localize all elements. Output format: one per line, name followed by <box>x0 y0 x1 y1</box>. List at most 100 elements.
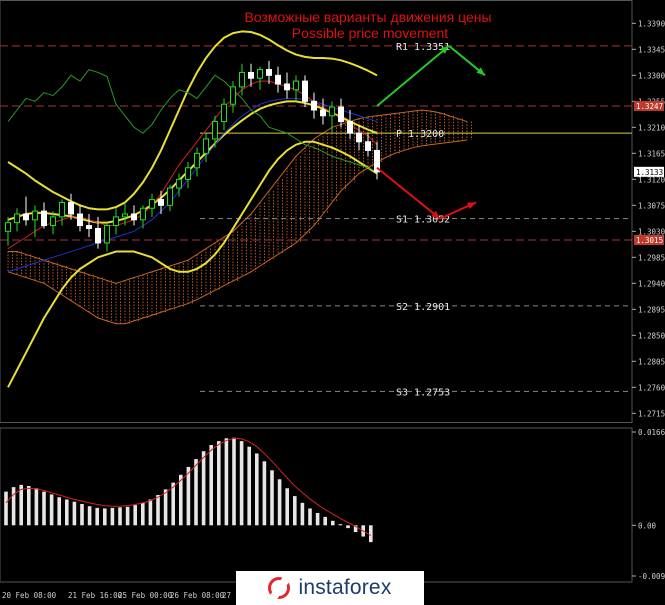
price-axis: 1.33901.33451.33001.32551.32101.31651.31… <box>632 19 665 418</box>
macd-histogram-bar <box>65 499 69 526</box>
macd-tick-label: 0.00 <box>638 521 657 530</box>
candle-body <box>248 71 254 79</box>
y-tick-label: 1.3345 <box>638 45 665 54</box>
macd-histogram-bar <box>270 470 274 526</box>
instaforex-logo-icon <box>268 577 291 599</box>
candlesticks <box>5 60 380 252</box>
macd-histogram-bar <box>133 505 137 526</box>
candle-body <box>221 103 227 123</box>
macd-histogram-bar <box>186 466 191 526</box>
candle-body <box>158 199 164 206</box>
macd-histogram-bar <box>277 479 282 526</box>
macd-histogram-bar <box>141 502 145 526</box>
x-tick-label: 26 Feb 08:00 <box>170 591 225 600</box>
macd-histogram-bar <box>247 446 251 526</box>
macd-histogram-bar <box>239 441 244 526</box>
pivot-level-label: S2 1.2901 <box>396 302 450 313</box>
candle-body <box>5 222 11 232</box>
candle-body <box>212 121 218 140</box>
macd-histogram-bar <box>163 489 168 526</box>
macd-histogram-bar <box>171 482 175 526</box>
candle-body <box>104 225 110 244</box>
candle-body <box>14 213 20 224</box>
candle-body <box>131 213 137 221</box>
candle-body <box>194 152 200 169</box>
macd-histogram-bar <box>285 488 289 526</box>
x-tick-label: 21 Feb 16:00 <box>68 591 123 600</box>
candle-body <box>185 167 191 180</box>
macd-histogram-bar <box>42 491 46 526</box>
macd-histogram-bar <box>80 503 84 526</box>
candle-body <box>50 216 56 227</box>
candle-body <box>311 100 317 111</box>
macd-histogram-bar <box>57 497 61 526</box>
candle-body <box>113 216 119 227</box>
macd-histogram-bar <box>110 507 115 526</box>
candle-body <box>302 80 308 102</box>
macd-histogram-bar <box>27 486 31 526</box>
macd-histogram-bar <box>323 516 327 526</box>
macd-histogram-bar <box>232 437 236 526</box>
candle-body <box>68 201 74 215</box>
candle-body <box>176 178 182 189</box>
candle-body <box>86 225 92 229</box>
candle-body <box>293 80 299 91</box>
candle-body <box>347 121 353 134</box>
macd-histogram-bar <box>11 487 16 526</box>
macd-histogram-bar <box>369 525 373 543</box>
indicator-line <box>7 69 378 173</box>
candle-body <box>239 71 245 88</box>
macd-histogram-bar <box>300 502 305 526</box>
y-tick-label: 1.3075 <box>638 201 665 210</box>
y-tick-label: 1.2895 <box>638 305 665 314</box>
y-tick-label: 1.3300 <box>638 71 665 80</box>
pivot-level-label: S1 1.3052 <box>396 215 450 226</box>
title-en: Possible price movement <box>292 25 449 41</box>
candle-body <box>167 187 173 206</box>
candle-body <box>95 227 101 244</box>
y-tick-label: 1.2760 <box>638 383 665 392</box>
macd-histogram-bar <box>331 520 335 526</box>
macd-histogram-bar <box>87 506 92 526</box>
candle-body <box>338 106 344 123</box>
candle-body <box>284 83 290 91</box>
macd-panel-border <box>0 427 633 583</box>
forecast-arrow-segment <box>376 166 441 220</box>
macd-histogram-bar <box>262 461 267 526</box>
candle-body <box>140 207 146 221</box>
macd-histogram-bar <box>103 508 107 526</box>
macd-histogram-bar <box>255 453 259 526</box>
forecast-arrow-segment <box>376 45 450 107</box>
y-tick-label: 1.3210 <box>638 123 665 132</box>
macd-histogram-bar <box>338 524 343 526</box>
macd-histogram-bar <box>315 512 320 526</box>
title-ru: Возможные варианты движения цены <box>244 9 491 25</box>
candle-body <box>59 201 65 218</box>
price-badge-label: 1.3133 <box>636 168 663 177</box>
y-tick-label: 1.3165 <box>638 149 665 158</box>
macd-panel: 0.01662 0.00 -0.00903 <box>4 428 665 581</box>
price-badge-label: 1.3247 <box>636 102 663 111</box>
indicator-line <box>7 97 378 273</box>
candle-body <box>320 109 326 117</box>
candle-body <box>77 213 83 227</box>
macd-histogram-bar <box>201 451 206 526</box>
pivot-level-label: S3 1.2753 <box>396 387 450 398</box>
candle-body <box>329 106 335 117</box>
y-tick-label: 1.2985 <box>638 253 665 262</box>
candle-body <box>149 199 155 209</box>
time-axis: 20 Feb 08:00 21 Feb 16:0025 Feb 00:0026 F… <box>2 591 250 600</box>
x-tick-label: 25 Feb 00:00 <box>118 591 173 600</box>
candle-body <box>275 74 281 85</box>
candle-body <box>356 132 362 143</box>
macd-histogram-bar <box>34 488 39 526</box>
y-tick-label: 1.2805 <box>638 357 665 366</box>
macd-histogram-bar <box>118 507 122 526</box>
macd-histogram-bar <box>217 441 221 526</box>
candle-body <box>266 69 272 76</box>
x-tick-label: 20 Feb 08:00 <box>2 591 57 600</box>
price-badge-label: 1.3015 <box>636 236 663 245</box>
y-tick-label: 1.2715 <box>638 409 665 418</box>
candle-body <box>23 213 29 221</box>
y-tick-label: 1.2850 <box>638 331 665 340</box>
